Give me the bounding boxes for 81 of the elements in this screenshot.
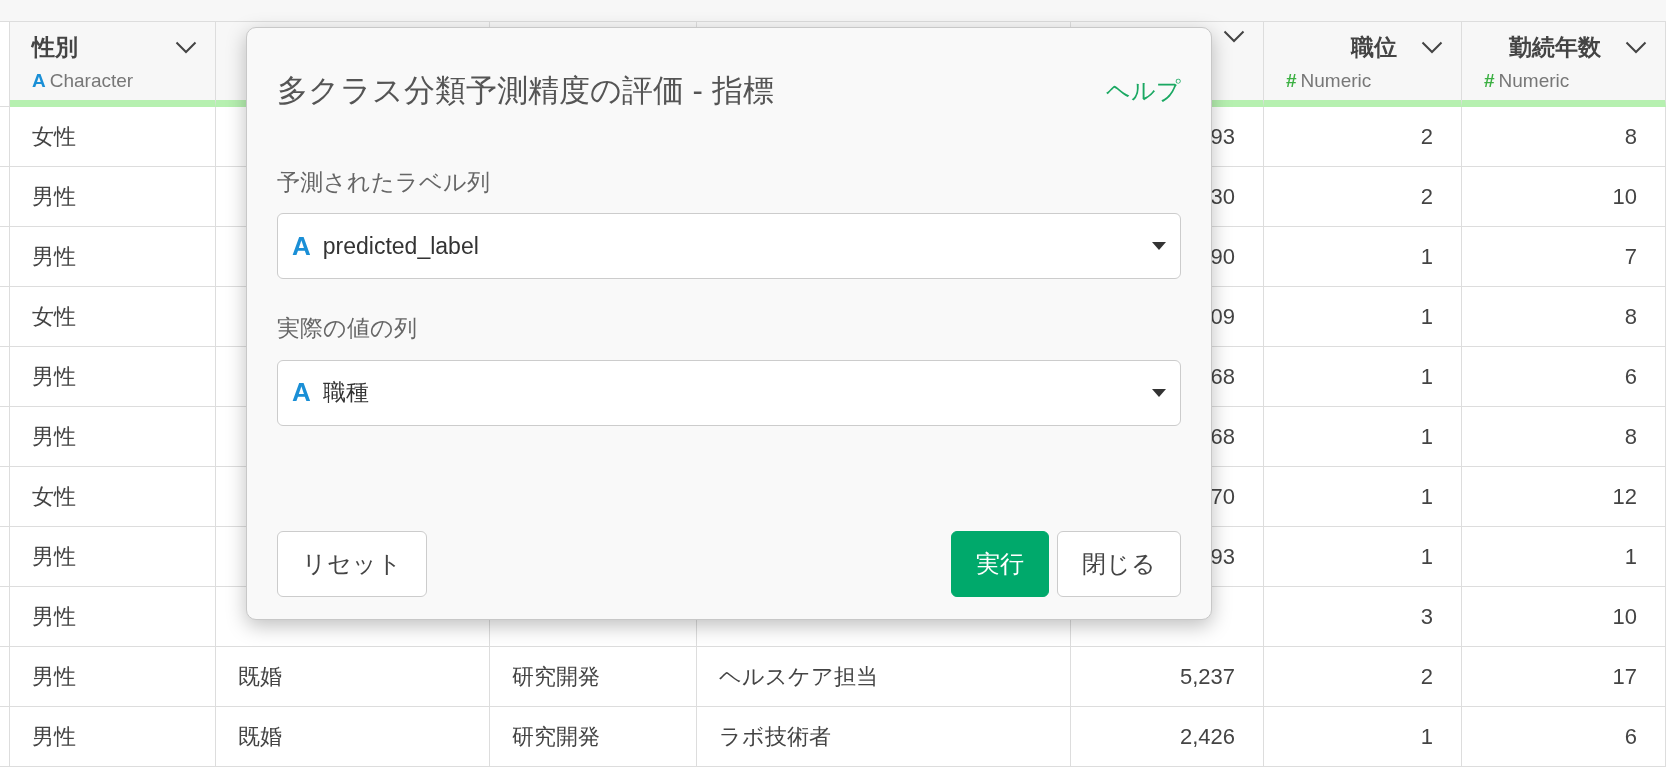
table-cell: ラボ技術者 (697, 707, 1071, 767)
caret-icon (1152, 242, 1166, 250)
table-cell: 男性 (10, 347, 216, 407)
chevron-down-icon[interactable] (1223, 30, 1245, 43)
table-cell: 1 (1264, 467, 1462, 527)
type-label: Character (49, 68, 134, 93)
table-cell: 既婚 (216, 707, 490, 767)
table-cell: 12 (1462, 467, 1666, 527)
type-label: Numeric (1498, 68, 1570, 93)
column-name: 勤続年数 (1509, 33, 1601, 62)
row-header-cell (0, 587, 10, 647)
row-header-cell (0, 167, 10, 227)
table-cell: 2 (1264, 107, 1462, 167)
table-cell: 男性 (10, 647, 216, 707)
column-name: 職位 (1351, 33, 1397, 62)
table-cell: 女性 (10, 287, 216, 347)
table-cell: 6 (1462, 707, 1666, 767)
row-header-cell (0, 527, 10, 587)
caret-icon (1152, 388, 1166, 397)
table-cell: 1 (1264, 227, 1462, 287)
dialog-title: 多クラス分類予測精度の評価 - 指標 (277, 72, 774, 110)
numeric-type-icon: # (1484, 66, 1495, 95)
table-cell: 1 (1462, 527, 1666, 587)
table-cell: 8 (1462, 107, 1666, 167)
table-cell: 男性 (10, 707, 216, 767)
character-type-icon: A (292, 373, 311, 412)
table-cell: 6 (1462, 347, 1666, 407)
table-cell: 男性 (10, 587, 216, 647)
table-cell: 8 (1462, 407, 1666, 467)
numeric-type-icon: # (1286, 66, 1297, 95)
table-cell: 7 (1462, 227, 1666, 287)
table-cell: 5,237 (1071, 647, 1264, 707)
table-cell: 2 (1264, 647, 1462, 707)
column-select[interactable]: A 職種 (277, 359, 1181, 426)
table-cell: 女性 (10, 467, 216, 527)
field-label: 実際の値の列 (277, 314, 418, 343)
table-cell: 10 (1462, 167, 1666, 227)
table-cell: 男性 (10, 167, 216, 227)
character-type-icon: A (32, 66, 46, 95)
row-header-cell (0, 407, 10, 467)
type-label: Numeric (1300, 68, 1372, 93)
table-cell: 男性 (10, 407, 216, 467)
select-value: predicted_label (322, 231, 479, 261)
table-cell: 1 (1264, 287, 1462, 347)
row-header-cell (0, 467, 10, 527)
select-value: 職種 (322, 378, 369, 408)
table-cell: ヘルスケア担当 (697, 647, 1071, 707)
table-cell: 1 (1264, 527, 1462, 587)
chevron-down-icon[interactable] (1625, 40, 1647, 54)
table-cell: 2,426 (1071, 707, 1264, 767)
table-cell: 既婚 (216, 647, 490, 707)
table-cell: 研究開発 (490, 647, 697, 707)
table-cell: 2 (1264, 167, 1462, 227)
dialog-button[interactable]: 閉じる (1057, 531, 1181, 597)
table-cell: 1 (1264, 707, 1462, 767)
chevron-down-icon[interactable] (175, 40, 197, 54)
row-header-cell (0, 347, 10, 407)
table-cell: 1 (1264, 407, 1462, 467)
table-cell: 男性 (10, 227, 216, 287)
column-select[interactable]: A predicted_label (277, 213, 1181, 279)
column-name: 性別 (32, 33, 78, 62)
dialog-button[interactable]: リセット (277, 531, 427, 597)
chevron-down-icon[interactable] (1421, 40, 1443, 54)
table-cell: 3 (1264, 587, 1462, 647)
column-header[interactable]: 職位 # Numeric (1264, 22, 1462, 107)
table-cell: 研究開発 (490, 707, 697, 767)
table-cell: 10 (1462, 587, 1666, 647)
column-header[interactable]: 性別 A Character (10, 22, 216, 107)
row-header-cell (0, 227, 10, 287)
table-cell: 8 (1462, 287, 1666, 347)
character-type-icon: A (292, 226, 311, 266)
row-header-cell (0, 107, 10, 167)
row-header-cell (0, 647, 10, 707)
row-header-cell (0, 707, 10, 767)
table-cell: 女性 (10, 107, 216, 167)
table-cell: 男性 (10, 527, 216, 587)
field-label: 予測されたラベル列 (277, 167, 491, 197)
column-header[interactable]: 勤続年数 # Numeric (1462, 22, 1666, 107)
table-cell: 1 (1264, 347, 1462, 407)
table-cell: 17 (1462, 647, 1666, 707)
row-header-cell (0, 287, 10, 347)
